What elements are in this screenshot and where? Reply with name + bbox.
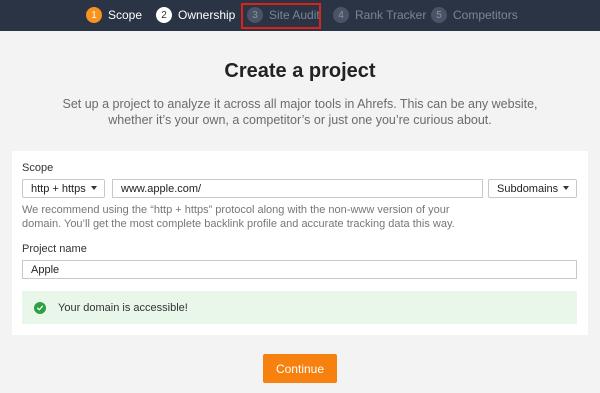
continue-button[interactable]: Continue <box>263 354 337 383</box>
step-label: Ownership <box>178 8 236 22</box>
scope-label: Scope <box>22 162 54 174</box>
mode-select[interactable]: Subdomains <box>488 179 577 198</box>
protocol-hint: We recommend using the “http + https” pr… <box>22 204 455 230</box>
project-name-input[interactable]: Apple <box>22 260 577 279</box>
step-label: Scope <box>108 8 143 22</box>
stepper-bar: 1 Scope 2 Ownership 3 Site Audit 4 Rank … <box>0 0 600 31</box>
step-ownership[interactable]: 2 Ownership <box>156 6 235 24</box>
domain-value: www.apple.com/ <box>121 182 202 195</box>
step-scope[interactable]: 1 Scope <box>86 6 142 24</box>
check-circle-icon <box>34 301 46 314</box>
annotation-highlight <box>241 3 321 29</box>
step-competitors[interactable]: 5 Competitors <box>431 6 518 24</box>
domain-input[interactable]: www.apple.com/ <box>112 179 483 198</box>
step-number: 5 <box>431 7 447 23</box>
chevron-down-icon <box>91 186 97 190</box>
step-rank-tracker[interactable]: 4 Rank Tracker <box>333 6 426 24</box>
project-name-label: Project name <box>22 243 87 255</box>
success-message: Your domain is accessible! <box>58 301 188 314</box>
mode-value: Subdomains <box>497 182 559 195</box>
step-number: 2 <box>156 7 172 23</box>
page-subtitle: Set up a project to analyze it across al… <box>62 97 538 127</box>
protocol-value: http + https <box>31 182 86 195</box>
page-title: Create a project <box>224 60 376 82</box>
chevron-down-icon <box>563 186 569 190</box>
project-form-panel: Scope http + https www.apple.com/ Subdom… <box>12 151 588 335</box>
step-number: 4 <box>333 7 349 23</box>
project-name-value: Apple <box>31 263 60 276</box>
step-label: Rank Tracker <box>355 8 427 22</box>
step-number: 1 <box>86 7 102 23</box>
protocol-select[interactable]: http + https <box>22 179 105 198</box>
step-label: Competitors <box>453 8 518 22</box>
success-alert: Your domain is accessible! <box>22 291 577 324</box>
